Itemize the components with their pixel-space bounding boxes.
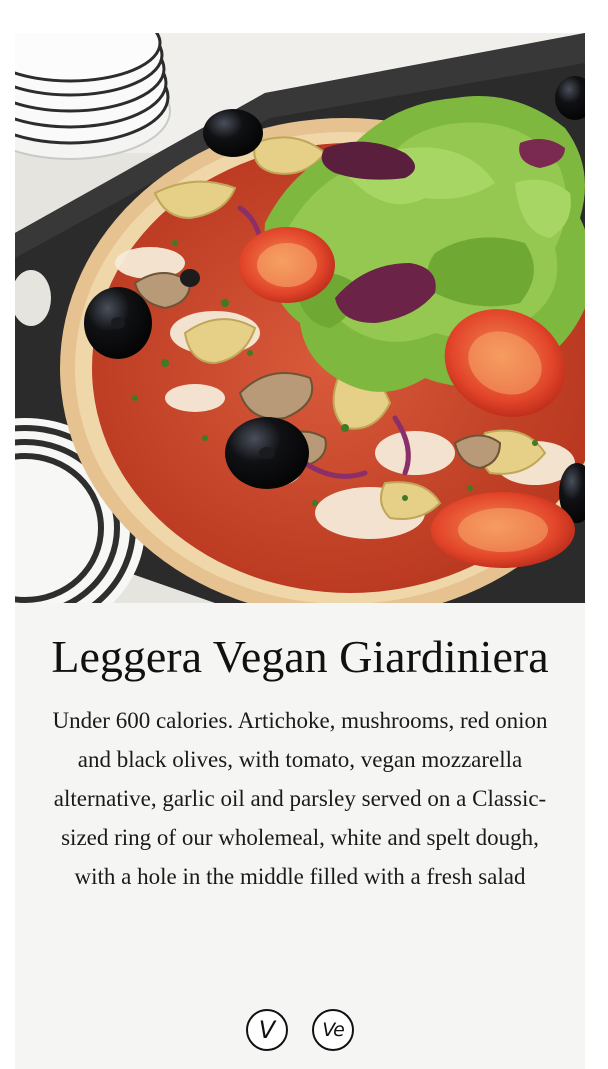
dietary-badges: V Ve bbox=[15, 1009, 585, 1057]
product-description: Under 600 calories. Artichoke, mushrooms… bbox=[52, 708, 548, 889]
vegetarian-badge-label: V bbox=[258, 1016, 276, 1044]
product-title: Leggera Vegan Giardiniera bbox=[51, 631, 549, 682]
product-info: Leggera Vegan Giardiniera Under 600 calo… bbox=[15, 603, 585, 896]
vegan-icon: Ve bbox=[312, 1009, 354, 1051]
vegetarian-icon: V bbox=[246, 1009, 288, 1051]
product-card[interactable]: Leggera Vegan Giardiniera Under 600 calo… bbox=[15, 33, 585, 1069]
plates-top bbox=[15, 33, 171, 160]
product-image bbox=[15, 33, 585, 603]
vegan-badge-label: Ve bbox=[322, 1019, 345, 1041]
